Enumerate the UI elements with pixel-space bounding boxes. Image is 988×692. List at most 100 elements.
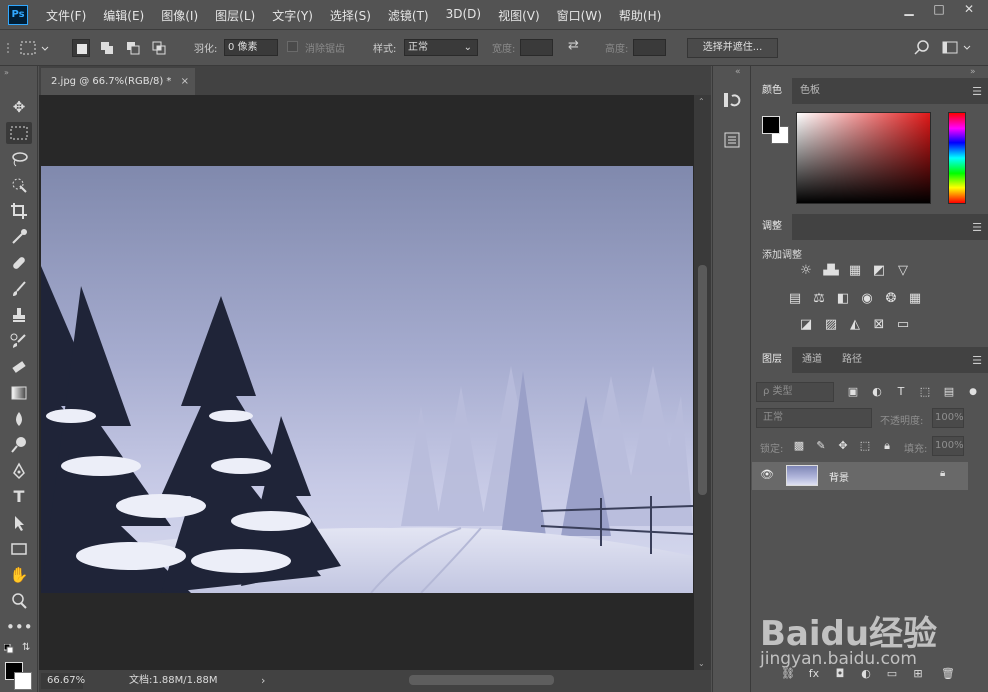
lock-position-icon[interactable]: ✥ (834, 437, 852, 455)
menu-select[interactable]: 选择(S) (330, 7, 388, 24)
style-select[interactable]: 正常 ⌄ (404, 39, 478, 56)
stamp-tool-icon[interactable] (6, 304, 32, 326)
menu-file[interactable]: 文件(F) (46, 7, 103, 24)
menu-help[interactable]: 帮助(H) (619, 7, 678, 24)
menu-layer[interactable]: 图层(L) (215, 7, 272, 24)
invert-icon[interactable]: ◪ (797, 316, 815, 334)
blur-tool-icon[interactable] (6, 408, 32, 430)
menu-window[interactable]: 窗口(W) (557, 7, 619, 24)
type-tool-icon[interactable]: T (6, 486, 32, 508)
scroll-up-icon[interactable]: ⌃ (698, 97, 705, 106)
path-select-tool-icon[interactable] (6, 512, 32, 534)
layer-kind-filter[interactable]: ρ 类型 (756, 382, 834, 402)
collapse-dock-icon[interactable]: » (970, 67, 976, 77)
tab-color[interactable]: 颜色 (752, 78, 792, 104)
collapse-icon[interactable]: » (4, 68, 9, 77)
photo-filter-icon[interactable]: ◉ (858, 290, 876, 308)
hand-tool-icon[interactable]: ✋ (6, 564, 32, 586)
menu-edit[interactable]: 编辑(E) (103, 7, 161, 24)
close-tab-icon[interactable]: × (181, 68, 189, 95)
search-icon[interactable] (914, 40, 930, 56)
antialias-checkbox[interactable] (287, 41, 299, 53)
tab-channels[interactable]: 通道 (792, 347, 832, 373)
menu-3d[interactable]: 3D(D) (446, 7, 498, 24)
panel-menu-icon[interactable]: ☰ (972, 354, 982, 367)
intersect-selection-mode-icon[interactable] (150, 39, 168, 57)
status-menu-arrow-icon[interactable]: › (261, 673, 265, 689)
menu-view[interactable]: 视图(V) (498, 7, 557, 24)
eyedropper-tool-icon[interactable] (6, 226, 32, 248)
width-input[interactable] (520, 39, 553, 56)
filter-adjustment-icon[interactable]: ◐ (868, 383, 886, 401)
new-selection-mode-icon[interactable] (72, 39, 90, 57)
layer-name[interactable]: 背景 (829, 469, 849, 484)
filter-shape-icon[interactable]: ⬚ (916, 383, 934, 401)
color-lookup-icon[interactable]: ▦ (906, 290, 924, 308)
filter-smart-object-icon[interactable]: ▤ (940, 383, 958, 401)
swap-colors-icon[interactable]: ⇅ (22, 642, 30, 653)
lock-image-icon[interactable]: ✎ (812, 437, 830, 455)
curves-icon[interactable]: ▦ (846, 262, 864, 280)
hue-saturation-icon[interactable]: ▤ (786, 290, 804, 308)
brightness-icon[interactable]: ☼ (797, 262, 815, 280)
healing-tool-icon[interactable] (6, 252, 32, 274)
lock-transparent-icon[interactable]: ▩ (790, 437, 808, 455)
color-balance-icon[interactable]: ⚖ (810, 290, 828, 308)
color-picker-field[interactable] (796, 112, 931, 204)
maximize-button[interactable]: □ (924, 0, 954, 18)
quick-select-tool-icon[interactable] (6, 174, 32, 196)
marquee-tool-icon[interactable] (6, 122, 32, 144)
posterize-icon[interactable]: ▨ (822, 316, 840, 334)
properties-panel-icon[interactable] (721, 130, 743, 152)
selective-color-icon[interactable]: ⊠ (870, 316, 888, 334)
tab-adjustments[interactable]: 调整 (752, 214, 792, 240)
lock-artboard-icon[interactable]: ⬚ (856, 437, 874, 455)
eraser-tool-icon[interactable] (6, 356, 32, 378)
zoom-tool-icon[interactable] (6, 590, 32, 612)
marquee-preset-icon[interactable] (20, 40, 52, 56)
tab-paths[interactable]: 路径 (832, 347, 872, 373)
menu-image[interactable]: 图像(I) (161, 7, 215, 24)
exposure-icon[interactable]: ◩ (870, 262, 888, 280)
more-tools-icon[interactable]: ••• (6, 616, 33, 638)
threshold-icon[interactable]: ◭ (846, 316, 864, 334)
history-brush-tool-icon[interactable] (6, 330, 32, 352)
close-button[interactable]: ✕ (954, 0, 984, 18)
menu-type[interactable]: 文字(Y) (272, 7, 330, 24)
snow-forest-photo[interactable] (41, 166, 693, 593)
pen-tool-icon[interactable] (6, 460, 32, 482)
tab-layers[interactable]: 图层 (752, 347, 792, 373)
tab-swatches[interactable]: 色板 (790, 78, 830, 104)
visibility-eye-icon[interactable]: 👁︎ (760, 468, 774, 481)
panel-menu-icon[interactable]: ☰ (972, 85, 982, 98)
filter-pixel-icon[interactable]: ▣ (844, 383, 862, 401)
panel-menu-icon[interactable]: ☰ (972, 221, 982, 234)
feather-input[interactable]: 0 像素 (224, 39, 278, 56)
dodge-tool-icon[interactable] (6, 434, 32, 456)
menu-filter[interactable]: 滤镜(T) (388, 7, 446, 24)
expand-icon[interactable]: « (735, 67, 741, 77)
layer-row[interactable]: 👁︎ 背景 🔒︎ (752, 462, 968, 490)
lock-all-icon[interactable]: 🔒︎ (878, 437, 896, 455)
gradient-tool-icon[interactable] (6, 382, 32, 404)
opacity-field[interactable]: 100% (932, 408, 964, 428)
zoom-level-field[interactable]: 66.67% (41, 673, 85, 689)
default-colors-icon[interactable] (3, 643, 14, 654)
blend-mode-select[interactable]: 正常 (756, 408, 872, 428)
minimize-button[interactable]: ▁ (894, 0, 924, 18)
vertical-scroll-thumb[interactable] (698, 265, 707, 495)
add-selection-mode-icon[interactable] (98, 39, 116, 57)
foreground-color-chip[interactable] (762, 116, 780, 134)
filter-toggle-icon[interactable]: ● (964, 383, 982, 401)
gradient-map-icon[interactable]: ▭ (894, 316, 912, 334)
vertical-scrollbar[interactable]: ⌃ ⌄ (694, 95, 711, 670)
levels-icon[interactable]: ▟▙ (822, 262, 840, 280)
horizontal-scroll-thumb[interactable] (409, 675, 554, 685)
scroll-down-icon[interactable]: ⌄ (698, 659, 705, 668)
rectangle-tool-icon[interactable] (6, 538, 32, 560)
hue-slider[interactable] (948, 112, 966, 204)
move-tool-icon[interactable]: ✥ (6, 96, 32, 118)
crop-tool-icon[interactable] (6, 200, 32, 222)
channel-mixer-icon[interactable]: ❂ (882, 290, 900, 308)
workspace-icon[interactable] (942, 40, 972, 56)
